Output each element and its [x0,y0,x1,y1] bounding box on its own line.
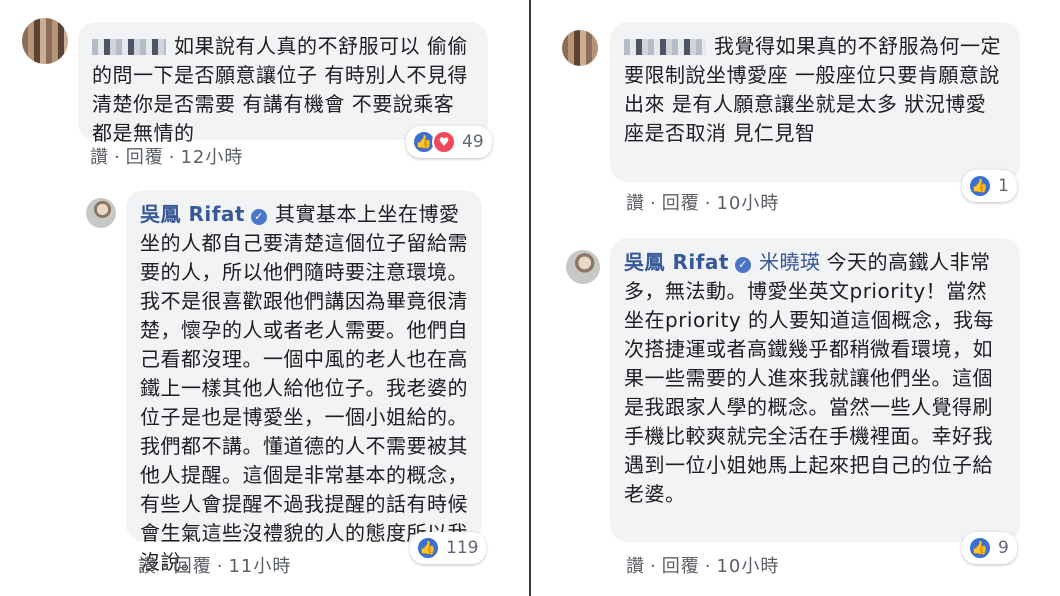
timestamp[interactable]: 10小時 [716,193,779,214]
mention-link[interactable]: 米曉瑛 [759,250,821,274]
reaction-summary[interactable]: 👍 119 [410,532,487,564]
comment-actions: 讚 · 回覆 · 12小時 [90,143,243,169]
like-link[interactable]: 讚 [138,556,157,577]
author-name[interactable]: 吳鳳 Rifat [140,202,245,226]
reply-link[interactable]: 回覆 [662,193,700,214]
reaction-summary[interactable]: 👍 9 [962,532,1017,564]
timestamp[interactable]: 12小時 [180,147,243,168]
like-link[interactable]: 讚 [626,193,645,214]
reaction-count: 1 [998,176,1009,196]
timestamp[interactable]: 10小時 [716,556,779,577]
separator-dot: · [216,556,224,577]
separator-dot: · [168,147,176,168]
comment-actions: 讚 · 回覆 · 11小時 [138,552,291,578]
blurred-author-name [624,39,706,55]
avatar[interactable] [562,30,598,66]
reaction-count: 49 [462,132,484,152]
column-divider [529,0,531,596]
comment-text: 今天的高鐵人非常多，無法動。博愛坐英文priority！當然坐在priority… [624,250,995,506]
comment-bubble: 吳鳳 Rifat ✓ 米曉瑛 今天的高鐵人非常多，無法動。博愛坐英文priority！… [610,238,1020,542]
comment-actions: 讚 · 回覆 · 10小時 [626,552,779,578]
reaction-count: 9 [998,538,1009,558]
avatar[interactable] [566,250,600,284]
reaction-count: 119 [446,538,479,558]
reaction-summary[interactable]: 👍 ♥ 49 [406,126,492,158]
separator-dot: · [650,193,657,214]
verified-badge-icon: ✓ [250,209,267,225]
like-icon: 👍 [968,174,992,198]
comment-bubble: 我覺得如果真的不舒服為何一定要限制說坐博愛座 一般座位只要肯願意說出來 是有人願… [610,22,1020,182]
author-name[interactable]: 吳鳳 Rifat [624,250,729,274]
comment-text: 其實基本上坐在博愛坐的人都自己要清楚這個位子留給需要的人，所以他們隨時要注意環境… [140,202,468,574]
separator-dot: · [650,556,657,577]
like-link[interactable]: 讚 [90,147,109,168]
reply-link[interactable]: 回覆 [126,147,164,168]
avatar[interactable] [22,18,68,64]
separator-dot: · [114,147,121,168]
timestamp[interactable]: 11小時 [228,556,291,577]
separator-dot: · [162,556,169,577]
like-icon: 👍 [968,536,992,560]
like-icon: 👍 [416,536,440,560]
blurred-author-name [92,39,166,55]
reaction-summary[interactable]: 👍 1 [962,170,1017,202]
reply-link[interactable]: 回覆 [662,556,700,577]
comment-bubble: 吳鳳 Rifat ✓ 其實基本上坐在博愛坐的人都自己要清楚這個位子留給需要的人，所以… [126,190,482,574]
separator-dot: · [704,193,712,214]
comment-bubble: 如果說有人真的不舒服可以 偷偷的問一下是否願意讓位子 有時別人不見得清楚你是否需… [78,22,488,145]
separator-dot: · [704,556,712,577]
like-link[interactable]: 讚 [626,556,645,577]
reply-link[interactable]: 回覆 [174,556,212,577]
comment-actions: 讚 · 回覆 · 10小時 [626,189,779,215]
avatar[interactable] [86,198,116,228]
verified-badge-icon: ✓ [734,257,751,273]
love-icon: ♥ [432,130,456,154]
